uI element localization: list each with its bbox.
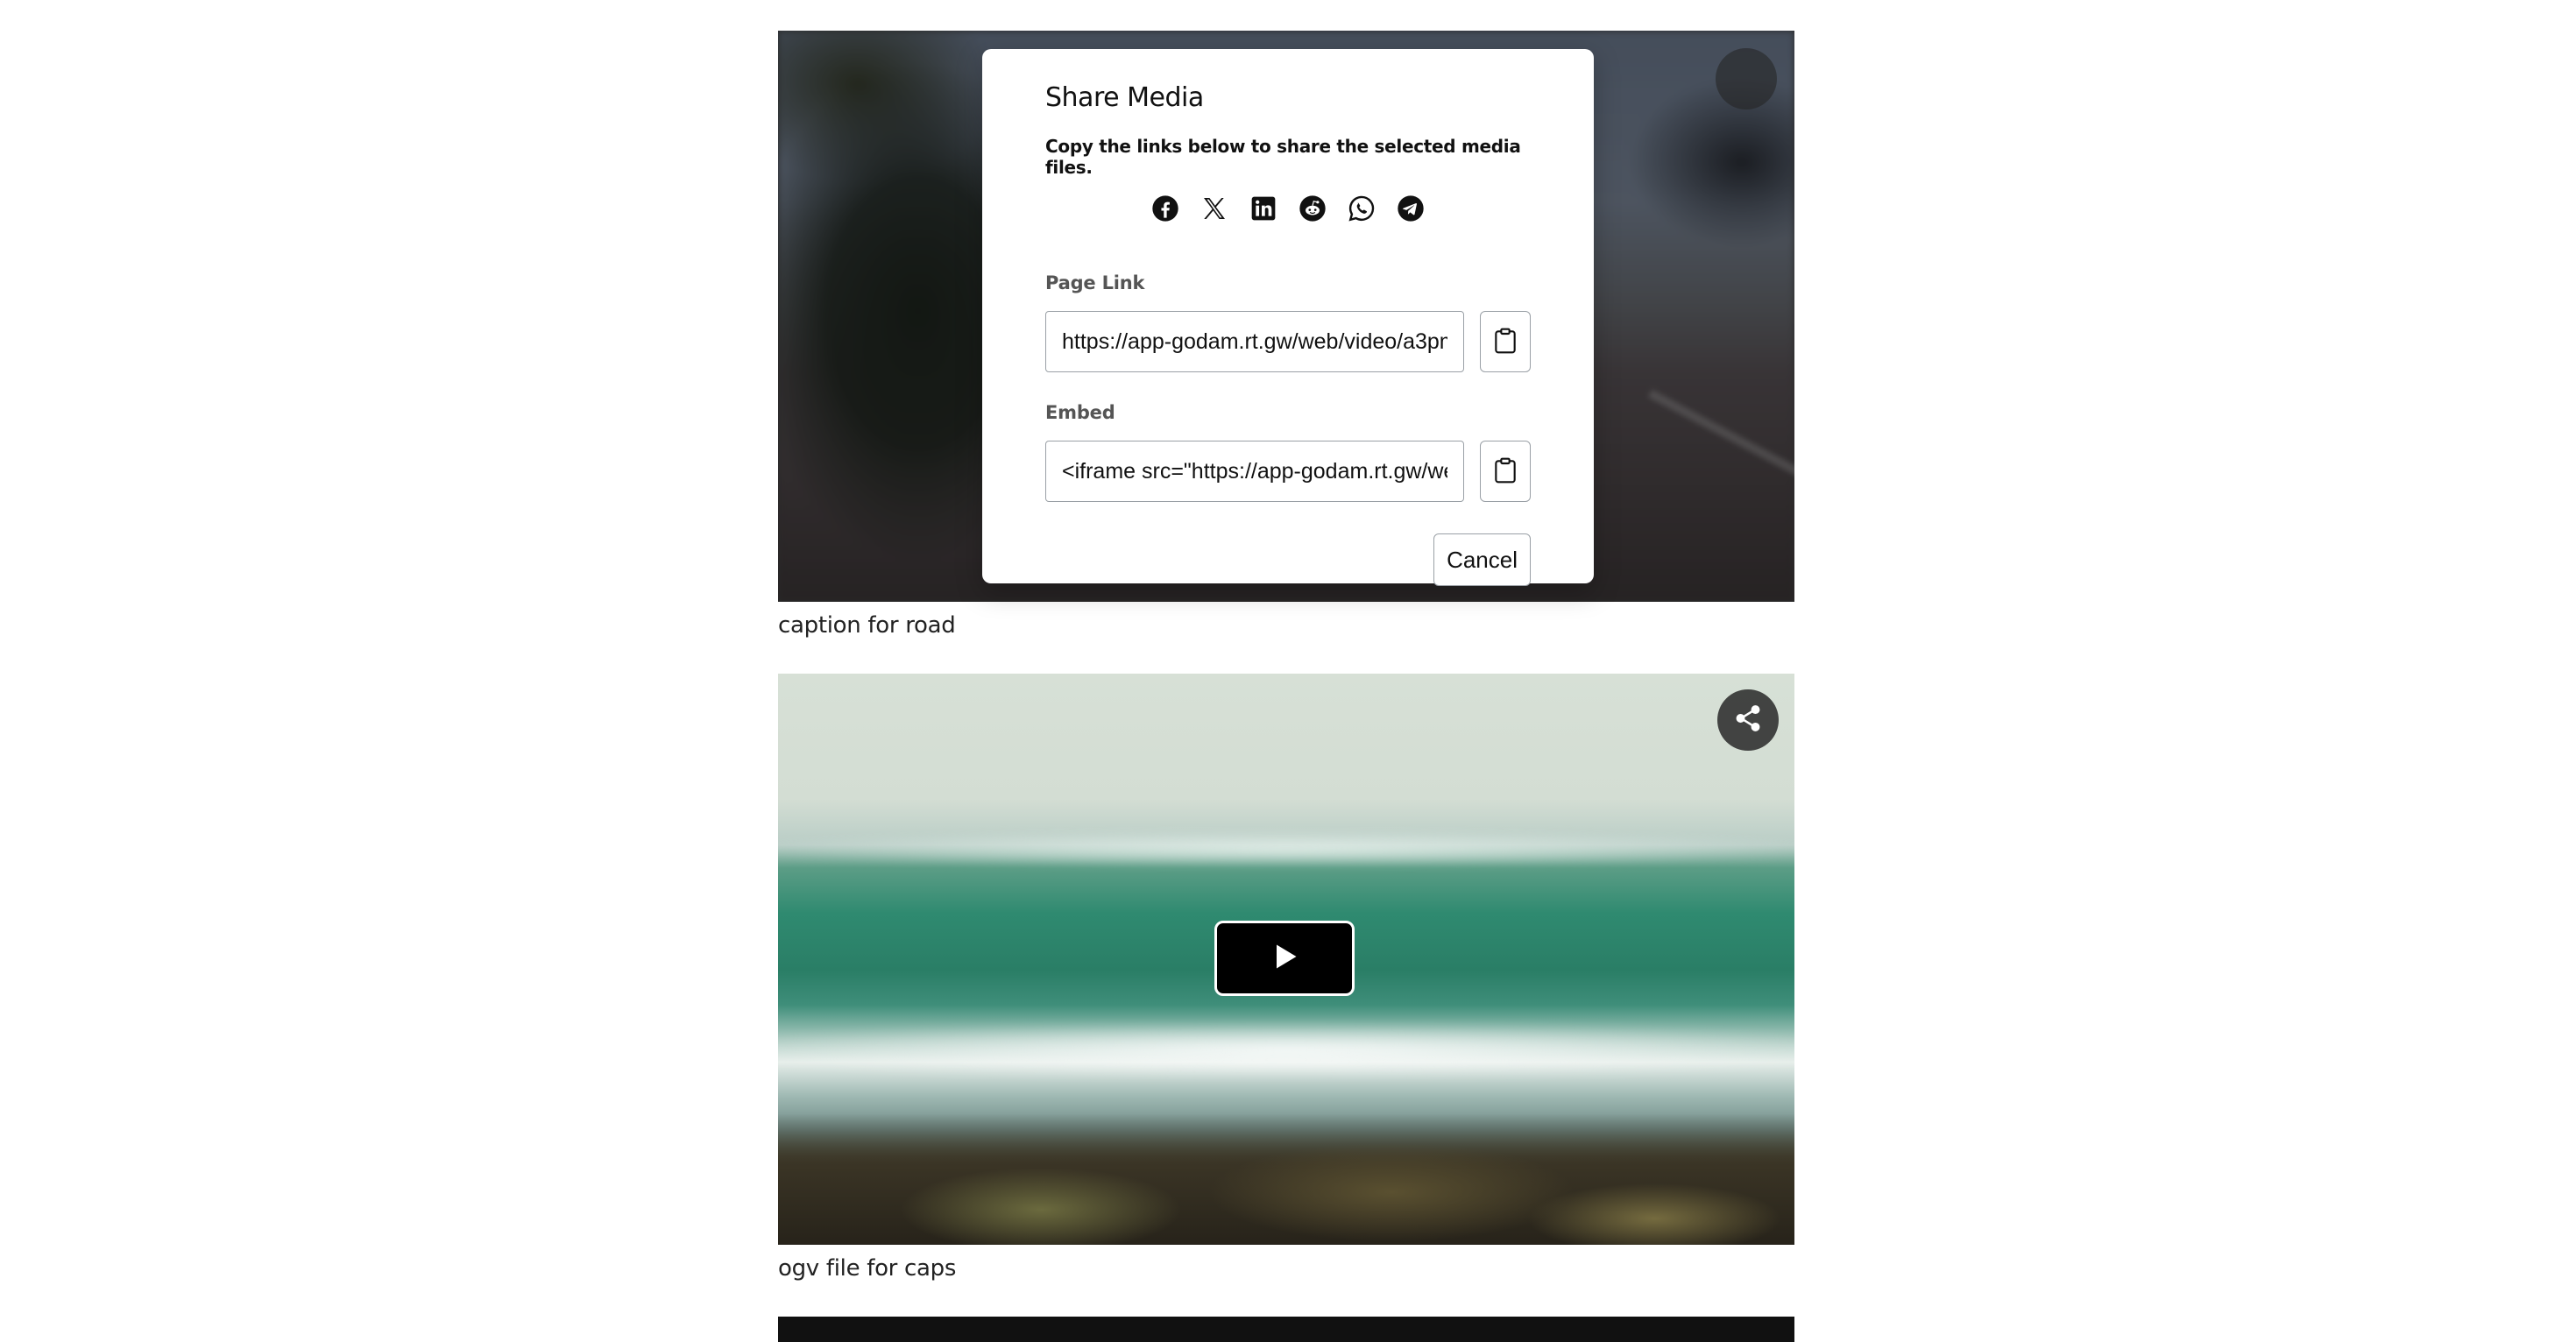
whatsapp-icon[interactable] (1348, 194, 1376, 222)
embed-label: Embed (1045, 402, 1115, 423)
rocks (778, 1113, 1794, 1245)
wave-crest (778, 831, 1794, 866)
reddit-icon[interactable] (1299, 194, 1327, 222)
linkedin-icon[interactable] (1249, 194, 1277, 222)
telegram-icon[interactable] (1397, 194, 1425, 222)
x-icon[interactable] (1200, 194, 1228, 222)
play-button[interactable] (1214, 921, 1355, 996)
modal-subtitle: Copy the links below to share the select… (1045, 136, 1521, 178)
embed-row (1045, 441, 1531, 502)
play-icon (1269, 941, 1300, 976)
modal-title: Share Media (1045, 82, 1204, 113)
video-player-third[interactable] (778, 1317, 1794, 1342)
clipboard-icon (1493, 327, 1518, 357)
facebook-icon[interactable] (1151, 194, 1179, 222)
page-link-row (1045, 311, 1531, 372)
page-link-input[interactable] (1045, 311, 1464, 372)
embed-input[interactable] (1045, 441, 1464, 502)
video-player-wave[interactable] (778, 674, 1794, 1245)
share-icon (1733, 703, 1763, 737)
clipboard-icon (1493, 456, 1518, 487)
social-share-row (1045, 194, 1531, 223)
copy-page-link-button[interactable] (1480, 311, 1531, 372)
share-button[interactable] (1717, 689, 1779, 751)
share-media-modal: Share Media Copy the links below to shar… (982, 49, 1594, 586)
copy-embed-button[interactable] (1480, 441, 1531, 502)
media-caption: caption for road (778, 612, 956, 639)
media-caption: ogv file for caps (778, 1255, 957, 1282)
wave-foam (778, 1024, 1794, 1077)
media-item-wave: ogv file for caps (778, 674, 1794, 1282)
page-link-label: Page Link (1045, 272, 1145, 293)
cancel-button[interactable]: Cancel (1433, 533, 1531, 586)
modal-footer: Cancel (1045, 533, 1531, 586)
media-item-third (778, 1317, 1794, 1342)
page: caption for road ogv file for caps Share… (0, 0, 2576, 1342)
